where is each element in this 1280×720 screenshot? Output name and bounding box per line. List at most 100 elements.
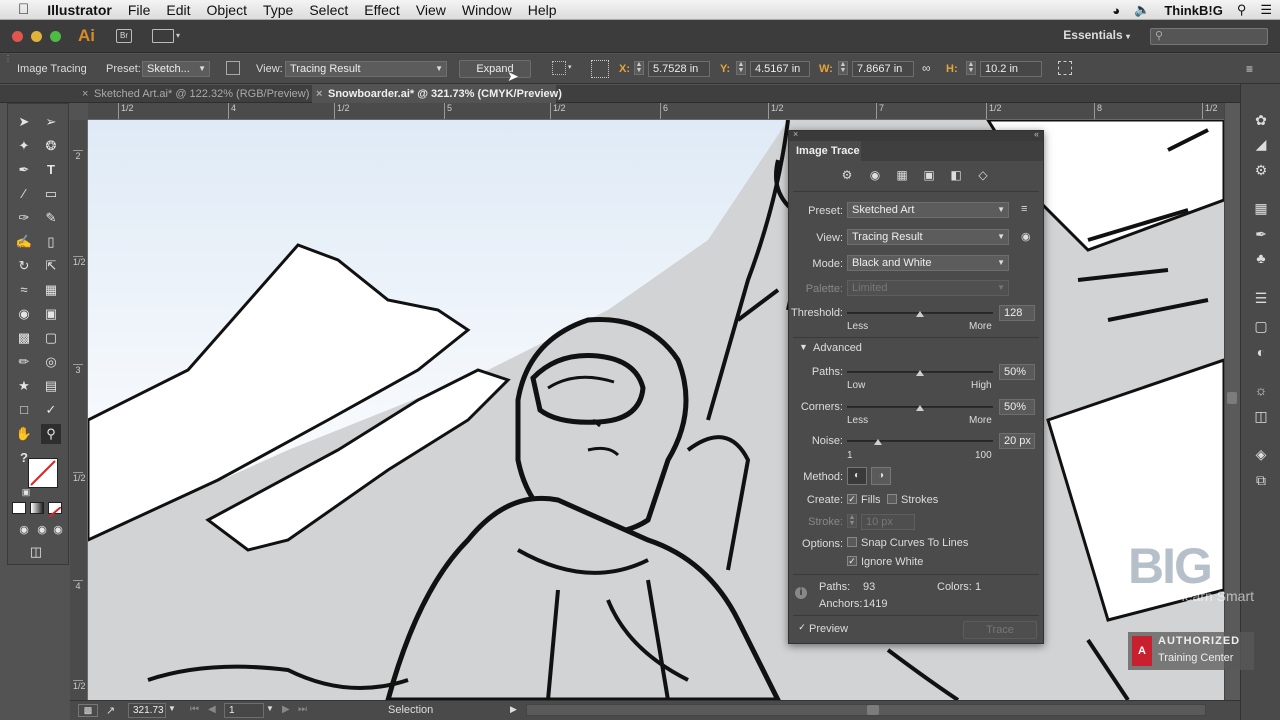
blob-brush-tool-icon[interactable]: ✍ [14, 232, 34, 252]
pen-tool-icon[interactable]: ✒ [14, 160, 34, 180]
advanced-toggle[interactable]: Advanced [813, 342, 862, 354]
abutting-method-icon[interactable]: ◐ [847, 467, 867, 485]
spotlight-icon[interactable]: ⚲ [1237, 2, 1247, 18]
preset-dropdown[interactable]: Sketch... ▼ [142, 61, 210, 77]
menu-object[interactable]: Object [199, 2, 255, 18]
gradient-tool-icon[interactable]: ▢ [41, 328, 61, 348]
preview-checkbox[interactable]: ✓ [797, 623, 807, 633]
manage-presets-icon[interactable]: ≡ [1021, 203, 1027, 215]
rotate-tool-icon[interactable]: ↻ [14, 256, 34, 276]
menu-type[interactable]: Type [255, 2, 301, 18]
chevron-down-icon[interactable]: ▼ [168, 704, 176, 713]
menu-view[interactable]: View [408, 2, 454, 18]
low-color-preset-icon[interactable]: ▦ [894, 167, 910, 183]
artboards-panel-icon[interactable]: ⧉ [1251, 470, 1271, 490]
h-stepper[interactable]: ▲ ▼ [966, 61, 976, 75]
list-icon[interactable]: ☰ [1260, 2, 1272, 18]
type-tool-icon[interactable]: T [41, 160, 61, 180]
scroll-thumb[interactable] [867, 705, 879, 715]
black-white-preset-icon[interactable]: ◧ [948, 167, 964, 183]
symbols-panel-icon[interactable]: ♣ [1251, 248, 1271, 268]
artboard-canvas[interactable] [88, 120, 1224, 700]
y-field[interactable]: 4.5167 in [750, 61, 810, 77]
screen-mode-icon[interactable]: ◫ [26, 542, 46, 562]
graphic-styles-icon[interactable]: ◫ [1251, 406, 1271, 426]
eye-icon[interactable]: ◉ [1021, 230, 1031, 243]
bridge-button[interactable]: Br [116, 29, 132, 43]
panel-menu-icon[interactable]: ≡ [1246, 62, 1253, 76]
swatches-panel-icon[interactable]: ▦ [1251, 198, 1271, 218]
lasso-tool-icon[interactable]: ❂ [41, 136, 61, 156]
apple-icon[interactable]:  [0, 1, 39, 18]
menu-window[interactable]: Window [454, 2, 520, 18]
mesh-tool-icon[interactable]: ▩ [14, 328, 34, 348]
trace-view-dropdown[interactable]: Tracing Result ▼ [847, 229, 1009, 245]
transparency-panel-icon[interactable]: ◐ [1251, 342, 1271, 362]
share-icon[interactable]: ↗ [106, 704, 115, 717]
first-artboard-icon[interactable]: ⏮ [190, 704, 199, 715]
horizontal-scrollbar[interactable] [526, 704, 1206, 716]
color-guide-icon[interactable]: ◢ [1251, 134, 1271, 154]
hand-tool-icon[interactable]: ✋ [14, 424, 34, 444]
scale-tool-icon[interactable]: ⇱ [41, 256, 61, 276]
transform-grid-icon[interactable] [591, 60, 609, 78]
line-tool-icon[interactable]: ∕ [14, 184, 34, 204]
fills-checkbox[interactable]: ✓ [847, 494, 857, 504]
w-stepper[interactable]: ▲ ▼ [838, 61, 848, 75]
gradient-panel-icon[interactable]: ▢ [1251, 316, 1271, 336]
strokes-checkbox[interactable] [887, 494, 897, 504]
minimize-window-icon[interactable] [31, 31, 42, 42]
chevron-down-icon[interactable]: ▾ [176, 31, 180, 40]
user-name[interactable]: ThinkB!G [1164, 3, 1223, 18]
reference-point-icon[interactable] [552, 61, 566, 75]
snap-curves-checkbox[interactable] [847, 537, 857, 547]
none-mode-icon[interactable] [48, 502, 62, 518]
noise-field[interactable]: 20 px [999, 433, 1035, 449]
draw-inside-icon[interactable]: ◉ [48, 520, 68, 540]
screen-icon[interactable]: ▩ [78, 704, 98, 717]
ignore-white-checkbox[interactable]: ✓ [847, 556, 857, 566]
eraser-tool-icon[interactable]: ▯ [41, 232, 61, 252]
threshold-field[interactable]: 128 [999, 305, 1035, 321]
high-color-preset-icon[interactable]: ◉ [867, 167, 883, 183]
x-field[interactable]: 5.7528 in [648, 61, 710, 77]
menu-edit[interactable]: Edit [158, 2, 198, 18]
symbol-sprayer-tool-icon[interactable]: ★ [14, 376, 34, 396]
disclosure-triangle-icon[interactable]: ▼ [799, 342, 808, 352]
volume-icon[interactable]: 🔈 [1134, 2, 1150, 18]
last-artboard-icon[interactable]: ⏭ [298, 704, 307, 715]
panel-titlebar[interactable]: «× [789, 129, 1043, 141]
slice-tool-icon[interactable]: ✓ [41, 400, 61, 420]
artboard-field[interactable]: 1 [224, 703, 264, 718]
menu-select[interactable]: Select [301, 2, 356, 18]
close-icon[interactable]: × [82, 85, 88, 103]
tab-snowboarder[interactable]: × Snowboarder.ai* @ 321.73% (CMYK/Preview… [312, 85, 562, 103]
tab-sketched-art[interactable]: × Sketched Art.ai* @ 122.32% (RGB/Preview… [78, 85, 309, 103]
selection-tool-icon[interactable]: ➤ [14, 112, 34, 132]
gripper-icon[interactable]: ⋮ [4, 54, 12, 84]
paths-field[interactable]: 50% [999, 364, 1035, 380]
expand-button[interactable]: Expand [459, 60, 531, 78]
eyedropper-tool-icon[interactable]: ✏ [14, 352, 34, 372]
default-colors-icon[interactable]: ▣ [16, 482, 36, 502]
grayscale-preset-icon[interactable]: ▣ [921, 167, 937, 183]
scroll-thumb[interactable] [1227, 392, 1237, 404]
direct-selection-tool-icon[interactable]: ➢ [41, 112, 61, 132]
close-icon[interactable]: × [316, 85, 322, 103]
color-panel-icon[interactable]: ✿ [1251, 110, 1271, 130]
gradient-mode-icon[interactable] [30, 502, 44, 514]
workspace-switcher[interactable]: Essentials ▾ [1063, 28, 1130, 42]
corners-slider-knob[interactable] [916, 405, 924, 411]
presets-panel-icon[interactable] [226, 61, 240, 75]
overlapping-method-icon[interactable]: ◑ [871, 467, 891, 485]
paths-slider-knob[interactable] [916, 370, 924, 376]
zoom-field[interactable]: 321.73 [128, 703, 166, 718]
blend-tool-icon[interactable]: ◎ [41, 352, 61, 372]
app-menu[interactable]: Illustrator [39, 2, 120, 18]
chevron-down-icon[interactable]: ▾ [568, 63, 572, 71]
stroke-panel-icon[interactable]: ☰ [1251, 288, 1271, 308]
image-trace-panel-icon[interactable]: ⚙ [1251, 160, 1271, 180]
x-stepper[interactable]: ▲ ▼ [634, 61, 644, 75]
artboard-tool-icon[interactable]: □ [14, 400, 34, 420]
close-icon[interactable]: × [793, 129, 798, 139]
